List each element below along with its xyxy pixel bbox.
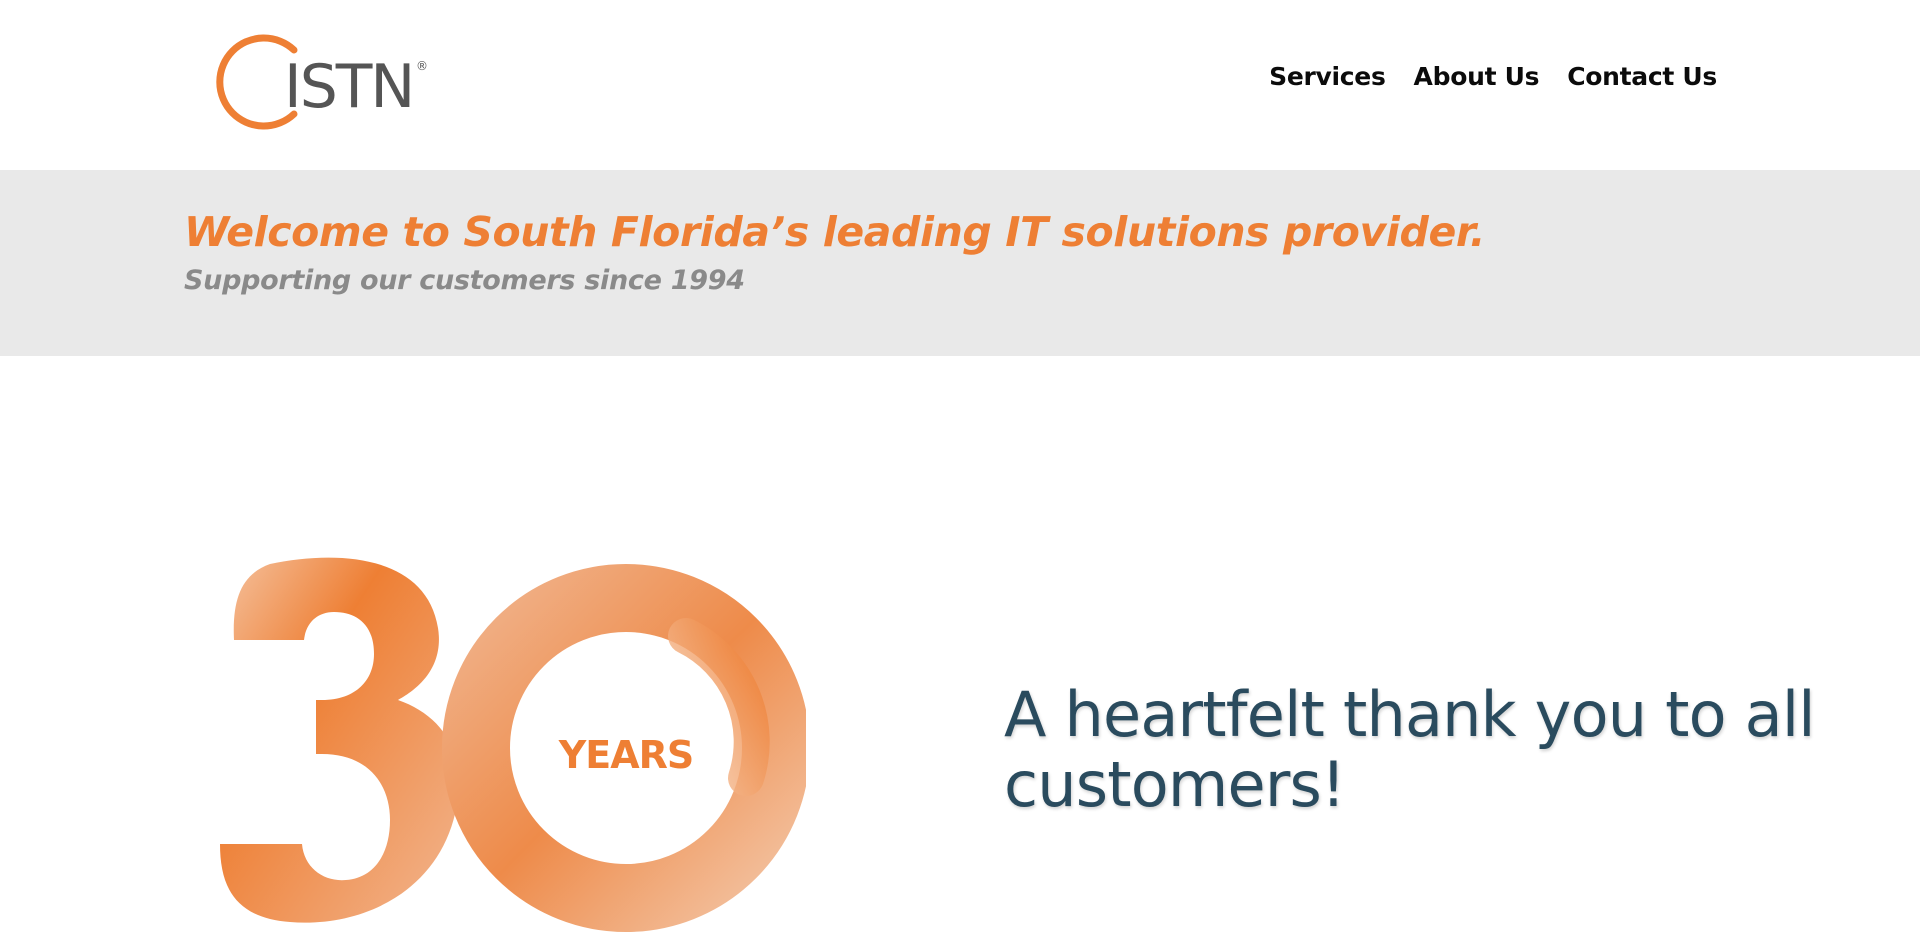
svg-text:®: ® — [416, 59, 428, 73]
nav-services[interactable]: Services — [1269, 62, 1386, 91]
svg-text:ISTN: ISTN — [284, 52, 413, 122]
banner-title: Welcome to South Florida’s leading IT so… — [184, 208, 1486, 256]
30-years-badge: YEARS — [220, 557, 810, 932]
30-years-graphic: YEARS — [206, 548, 810, 938]
banner-subtitle: Supporting our customers since 1994 — [184, 265, 745, 296]
nav-about-us[interactable]: About Us — [1414, 62, 1540, 91]
site-header: ISTN ® Services About Us Contact Us — [0, 0, 1920, 170]
istn-logo[interactable]: ISTN ® — [206, 30, 436, 134]
digit-3 — [220, 557, 459, 923]
years-label: YEARS — [558, 733, 694, 777]
thank-you-message: A heartfelt thank you to all customers! — [1004, 678, 1816, 821]
istn-logo-graphic: ISTN ® — [216, 34, 428, 130]
welcome-banner: Welcome to South Florida’s leading IT so… — [0, 170, 1920, 356]
main-nav: Services About Us Contact Us — [1269, 62, 1717, 91]
nav-contact-us[interactable]: Contact Us — [1567, 62, 1717, 91]
